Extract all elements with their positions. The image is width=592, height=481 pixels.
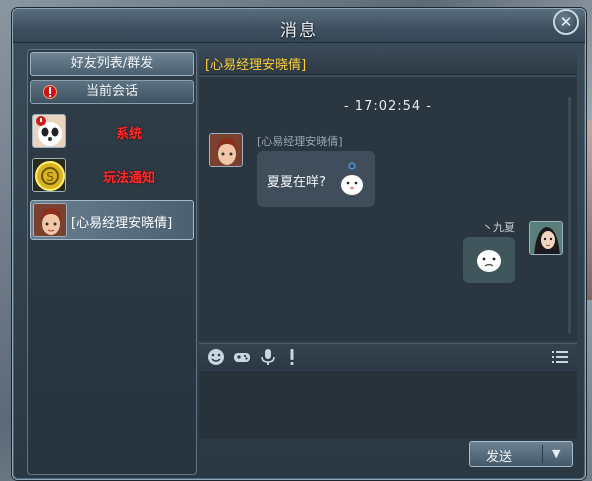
contact-game-notice[interactable]: S 玩法通知 [30, 156, 194, 196]
send-options-dropdown[interactable]: ▼ [543, 441, 573, 467]
self-name: 丶九夏 [482, 221, 515, 234]
contact-name: [心易经理安晓倩] [71, 216, 173, 231]
girl-avatar [33, 203, 67, 237]
send-label: 发送 [486, 450, 513, 465]
incoming-message-text: 夏夏在咩? [267, 175, 326, 190]
contact-system[interactable]: 系统 [30, 112, 194, 152]
sidebar: 好友列表/群发 当前会话 系统 S 玩法通知 [心易经理安晓倩] [27, 49, 197, 475]
chevron-down-icon: ▼ [552, 447, 561, 460]
exclamation-icon[interactable] [283, 348, 301, 366]
conversation-title: [心易经理安晓倩] [205, 58, 307, 73]
outgoing-message-bubble [463, 237, 515, 283]
gamepad-icon[interactable] [233, 348, 251, 366]
sender-name: [心易经理安晓倩] [257, 135, 343, 148]
close-button[interactable]: ✕ [553, 9, 579, 35]
chat-toolbar [199, 343, 577, 369]
conversation-header: [心易经理安晓倩] [199, 49, 577, 75]
incoming-message-bubble: 夏夏在咩? [257, 151, 375, 207]
close-icon: ✕ [559, 13, 573, 31]
tab-friend-list[interactable]: 好友列表/群发 [30, 52, 194, 76]
contact-manager[interactable]: [心易经理安晓倩] [30, 200, 194, 240]
chat-scrollbar[interactable] [568, 97, 571, 333]
message-input[interactable] [199, 371, 577, 439]
sender-avatar[interactable] [209, 133, 243, 167]
title-bar[interactable]: 消息 [13, 9, 585, 43]
smiley-icon[interactable] [207, 348, 225, 366]
microphone-icon[interactable] [259, 348, 277, 366]
message-window: 消息 ✕ 好友列表/群发 当前会话 系统 S 玩法通知 [心易经理安晓倩] [心… [12, 8, 586, 480]
message-timestamp: - 17:02:54 - [343, 99, 433, 114]
tab-current-label: 当前会话 [85, 84, 138, 99]
face-emoji-icon [477, 250, 501, 272]
tab-current-session[interactable]: 当前会话 [30, 80, 194, 104]
window-title: 消息 [280, 21, 318, 41]
ghost-emoji-icon [341, 162, 363, 195]
list-icon[interactable] [551, 348, 569, 366]
self-avatar[interactable] [529, 221, 563, 255]
contact-name: 玩法通知 [102, 171, 155, 186]
chat-history[interactable]: - 17:02:54 - [心易经理安晓倩] 夏夏在咩? 丶九夏 [199, 77, 577, 341]
alert-icon [43, 85, 57, 99]
contact-name: 系统 [115, 127, 142, 142]
